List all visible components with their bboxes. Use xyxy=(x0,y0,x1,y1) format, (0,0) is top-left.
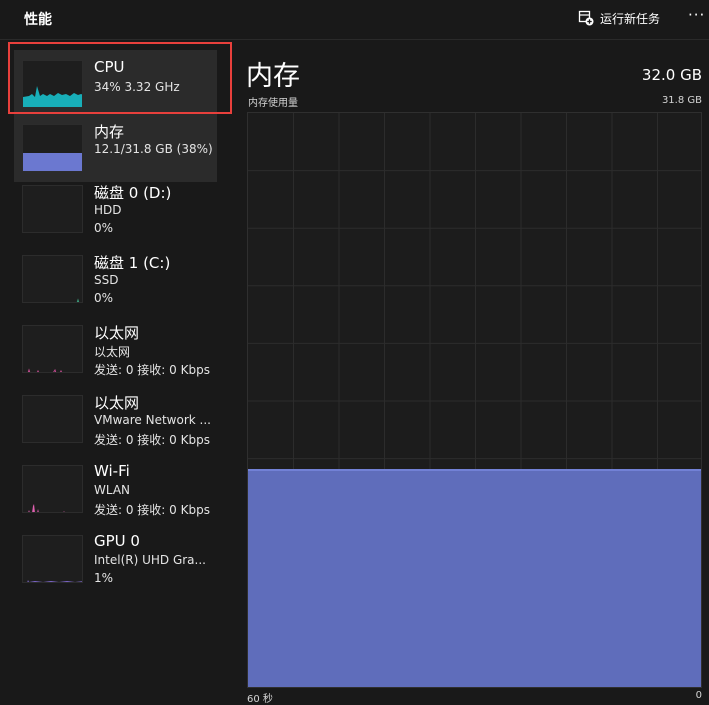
memory-total: 32.0 GB xyxy=(641,66,702,84)
sidebar-item-detail: 0% xyxy=(94,221,114,235)
panel-title: 内存 xyxy=(246,61,300,92)
run-task-icon xyxy=(578,10,594,26)
sidebar-item-adapter: VMware Network ... xyxy=(94,413,211,427)
memory-detail-panel: 内存 32.0 GB 内存使用量 31.8 GB 60 秒 0 xyxy=(231,42,709,705)
sidebar-item-gpu-0[interactable]: GPU 0 Intel(R) UHD Gra... 1% xyxy=(14,525,217,593)
sidebar-item-detail: 1% xyxy=(94,571,114,585)
sidebar-item-wifi[interactable]: Wi-Fi WLAN 发送: 0 接收: 0 Kbps xyxy=(14,455,217,523)
sidebar-item-adapter: Intel(R) UHD Gra... xyxy=(94,553,206,567)
memory-mini-graph xyxy=(22,124,83,172)
sidebar-item-cpu[interactable]: CPU 34% 3.32 GHz xyxy=(14,50,217,118)
sidebar-item-title: 磁盘 0 (D:) xyxy=(94,184,172,202)
memory-usage-label: 内存使用量 xyxy=(248,98,298,109)
ethernet-mini-graph xyxy=(22,325,83,373)
x-axis-end-label: 0 xyxy=(695,690,702,701)
gpu-0-mini-graph xyxy=(22,535,83,583)
sidebar-item-title: 磁盘 1 (C:) xyxy=(94,254,171,272)
sidebar-item-detail: 发送: 0 接收: 0 Kbps xyxy=(94,433,210,447)
sidebar-item-adapter: 以太网 xyxy=(94,345,131,359)
sidebar-item-detail: 发送: 0 接收: 0 Kbps xyxy=(94,363,210,377)
memory-usage-fill xyxy=(248,468,701,687)
sidebar-item-ethernet[interactable]: 以太网 以太网 发送: 0 接收: 0 Kbps xyxy=(14,315,217,383)
sidebar-item-title: CPU xyxy=(94,58,125,76)
x-axis-start-label: 60 秒 xyxy=(247,694,273,705)
memory-usage-max: 31.8 GB xyxy=(661,95,702,106)
sidebar-item-detail: 0% xyxy=(94,291,114,305)
run-new-task-button[interactable]: 运行新任务 xyxy=(578,8,660,28)
sidebar-item-type: HDD xyxy=(94,203,122,217)
disk-0-mini-graph xyxy=(22,185,83,233)
disk-1-mini-graph xyxy=(22,255,83,303)
wifi-mini-graph xyxy=(22,465,83,513)
performance-sidebar: CPU 34% 3.32 GHz 内存 12.1/31.8 GB (38%) 磁… xyxy=(0,42,231,705)
more-options-button[interactable]: ··· xyxy=(688,6,709,28)
sidebar-item-detail: 发送: 0 接收: 0 Kbps xyxy=(94,503,210,517)
sidebar-item-title: 内存 xyxy=(94,123,125,141)
sidebar-item-detail: 12.1/31.8 GB (38%) xyxy=(94,142,213,156)
sidebar-item-disk-1[interactable]: 磁盘 1 (C:) SSD 0% xyxy=(14,245,217,313)
sidebar-item-title: Wi-Fi xyxy=(94,462,130,480)
sidebar-item-detail: 34% 3.32 GHz xyxy=(94,80,180,94)
ethernet-vmware-mini-graph xyxy=(22,395,83,443)
sidebar-item-disk-0[interactable]: 磁盘 0 (D:) HDD 0% xyxy=(14,175,217,243)
sidebar-item-title: GPU 0 xyxy=(94,532,140,550)
sidebar-item-memory[interactable]: 内存 12.1/31.8 GB (38%) xyxy=(14,114,217,182)
header-bar: 性能 运行新任务 ··· xyxy=(0,0,709,40)
sidebar-item-title: 以太网 xyxy=(94,324,140,342)
memory-usage-graph xyxy=(247,112,702,688)
run-new-task-label: 运行新任务 xyxy=(600,11,661,26)
sidebar-item-title: 以太网 xyxy=(94,394,140,412)
cpu-mini-graph xyxy=(22,60,83,108)
page-title: 性能 xyxy=(24,12,52,28)
sidebar-item-ethernet-vmware[interactable]: 以太网 VMware Network ... 发送: 0 接收: 0 Kbps xyxy=(14,385,217,453)
sidebar-item-type: SSD xyxy=(94,273,119,287)
sidebar-item-adapter: WLAN xyxy=(94,483,131,497)
